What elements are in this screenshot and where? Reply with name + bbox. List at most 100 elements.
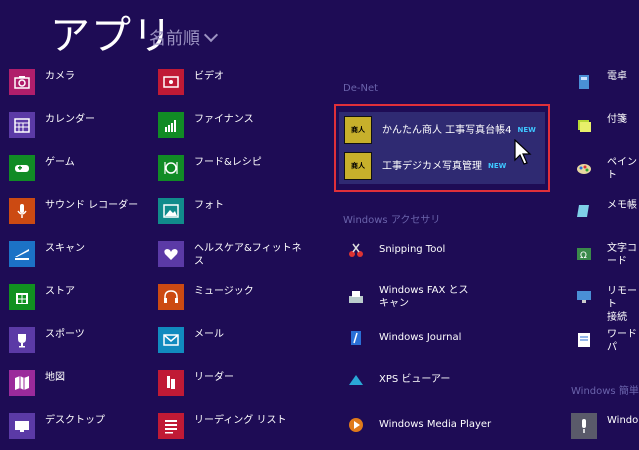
- app-label: カレンダー: [45, 114, 95, 125]
- app-tile-finance[interactable]: ファイナンス: [158, 112, 254, 144]
- journal-icon: [343, 325, 369, 351]
- new-badge: NEW: [517, 126, 536, 134]
- xps-viewer-icon: [343, 367, 369, 393]
- app-label: サウンド レコーダー: [45, 200, 139, 211]
- app-tile-sticky-notes[interactable]: 付箋: [571, 112, 627, 144]
- app-tile-maps[interactable]: 地図: [9, 370, 65, 402]
- video-icon: [158, 69, 184, 95]
- app-label: リモート 接続: [607, 286, 637, 323]
- app-tile-store[interactable]: ストア: [9, 284, 75, 316]
- food-icon: [158, 155, 184, 181]
- notepad-icon: [571, 198, 597, 224]
- app-tile-calculator[interactable]: 電卓: [571, 69, 627, 101]
- app-label: リーダー: [194, 372, 234, 383]
- sort-label: 名前順: [149, 29, 200, 49]
- tile-text: 商人: [351, 162, 365, 170]
- headphones-icon: [158, 284, 184, 310]
- app-label: ヘルスケア&フィットネ ス: [194, 243, 302, 267]
- paint-icon: [571, 155, 597, 181]
- app-tile-games[interactable]: ゲーム: [9, 155, 75, 187]
- calendar-icon: [9, 112, 35, 138]
- app-label: メモ帳: [607, 200, 637, 211]
- app-tile-video[interactable]: ビデオ: [158, 69, 224, 101]
- app-label: ビデオ: [194, 71, 224, 82]
- camera-icon: [9, 69, 35, 95]
- app-label: Windows FAX とス キャン: [379, 285, 469, 309]
- app-label: フード&レシピ: [194, 157, 262, 168]
- app-label: フォト: [194, 200, 224, 211]
- app-tile-windows-journal[interactable]: Windows Journal: [343, 325, 461, 357]
- sort-dropdown[interactable]: 名前順: [149, 24, 219, 49]
- app-tile-scan[interactable]: スキャン: [9, 241, 85, 273]
- app-label: XPS ビューアー: [379, 374, 451, 385]
- svg-text:Ω: Ω: [580, 251, 587, 261]
- app-tile-calendar[interactable]: カレンダー: [9, 112, 95, 144]
- media-player-icon: [343, 412, 369, 438]
- app-label: 地図: [45, 372, 65, 383]
- app-tile-reader[interactable]: リーダー: [158, 370, 234, 402]
- app-label: Windows Media Player: [379, 419, 492, 430]
- app-label: ミュージック: [194, 286, 254, 297]
- group-header-accessories[interactable]: Windows アクセサリ: [343, 211, 440, 226]
- app-tile-wordpad[interactable]: ワードパ: [571, 327, 639, 359]
- app-tile-reading-list[interactable]: リーディング リスト: [158, 413, 286, 445]
- app-label: Snipping Tool: [379, 244, 446, 255]
- trophy-icon: [9, 327, 35, 353]
- wordpad-icon: [571, 327, 597, 353]
- app-label: メール: [194, 329, 224, 340]
- app-tile-notepad[interactable]: メモ帳: [571, 198, 637, 230]
- app-tile-charmap[interactable]: Ω 文字コード: [571, 241, 639, 273]
- koji-dejikame-icon: 商人: [344, 152, 372, 180]
- reader-icon: [158, 370, 184, 396]
- snipping-tool-icon: [343, 237, 369, 263]
- map-icon: [9, 370, 35, 396]
- desktop-icon: [9, 413, 35, 439]
- app-tile-music[interactable]: ミュージック: [158, 284, 254, 316]
- app-tile-snipping-tool[interactable]: Snipping Tool: [343, 237, 445, 269]
- charmap-icon: Ω: [571, 241, 597, 267]
- app-tile-health[interactable]: ヘルスケア&フィットネ ス: [158, 241, 302, 273]
- remote-desktop-icon: [571, 284, 597, 310]
- app-tile-food[interactable]: フード&レシピ: [158, 155, 262, 187]
- heart-icon: [158, 241, 184, 267]
- app-label: ストア: [45, 286, 75, 297]
- app-tile-mail[interactable]: メール: [158, 327, 224, 359]
- app-tile-remote-desktop[interactable]: リモート 接続: [571, 284, 639, 323]
- app-label: スキャン: [45, 243, 85, 254]
- app-tile-sound-recorder[interactable]: サウンド レコーダー: [9, 198, 138, 230]
- app-label: 電卓: [607, 71, 627, 82]
- app-label: ファイナンス: [194, 114, 254, 125]
- app-tile-windows-media-player[interactable]: Windows Media Player: [343, 412, 491, 444]
- microphone-icon: [9, 198, 35, 224]
- group-header-denet[interactable]: De-Net: [343, 83, 378, 94]
- app-label: 工事デジカメ写真管理: [382, 160, 482, 172]
- new-badge: NEW: [488, 162, 507, 170]
- app-tile-paint[interactable]: ペイント: [571, 155, 639, 187]
- app-tile-photos[interactable]: フォト: [158, 198, 224, 230]
- app-label: ワードパ: [607, 329, 637, 353]
- app-label: デスクトップ: [45, 415, 105, 426]
- app-tile-sports[interactable]: スポーツ: [9, 327, 85, 359]
- app-tile-windows-fax[interactable]: Windows FAX とス キャン: [343, 284, 469, 316]
- group-header-windows-ease[interactable]: Windows 簡単: [571, 382, 639, 397]
- app-label: 文字コード: [607, 243, 637, 267]
- app-label: Windo: [607, 415, 639, 426]
- fax-icon: [343, 284, 369, 310]
- finance-icon: [158, 112, 184, 138]
- sticky-notes-icon: [571, 112, 597, 138]
- app-label: カメラ: [45, 71, 75, 82]
- app-tile-desktop[interactable]: デスクトップ: [9, 413, 105, 445]
- reading-list-icon: [158, 413, 184, 439]
- scanner-icon: [9, 241, 35, 267]
- app-label: ゲーム: [45, 157, 75, 168]
- chevron-down-icon: [203, 27, 219, 43]
- microphone-icon: [571, 413, 597, 439]
- app-tile-windows-speech[interactable]: Windo: [571, 413, 638, 445]
- mail-icon: [158, 327, 184, 353]
- app-label: かんたん商人 工事写真台帳4: [382, 124, 512, 136]
- app-label: リーディング リスト: [194, 415, 287, 426]
- app-tile-camera[interactable]: カメラ: [9, 69, 75, 101]
- app-label: スポーツ: [45, 329, 85, 340]
- app-label: 付箋: [607, 114, 627, 125]
- app-tile-xps-viewer[interactable]: XPS ビューアー: [343, 367, 450, 399]
